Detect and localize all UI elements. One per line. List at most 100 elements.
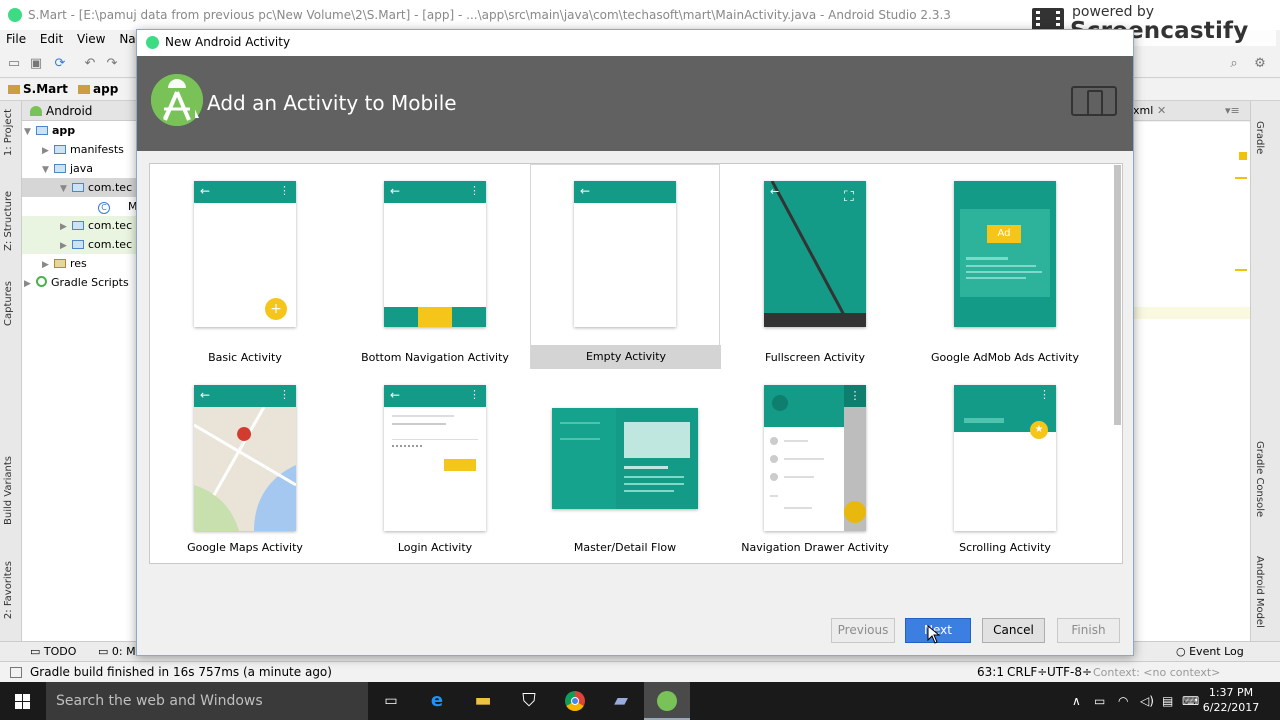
editor-area[interactable] bbox=[1133, 122, 1250, 641]
warning-marker bbox=[1239, 152, 1247, 160]
wifi-icon[interactable]: ◠ bbox=[1118, 682, 1128, 720]
file-explorer-icon[interactable]: ▬ bbox=[460, 682, 506, 720]
menu-edit[interactable]: Edit bbox=[34, 30, 67, 46]
tab-build-variants[interactable]: Build Variants bbox=[3, 456, 14, 525]
project-view-selector[interactable]: Android bbox=[22, 101, 137, 121]
status-message: Gradle build finished in 16s 757ms (a mi… bbox=[30, 665, 332, 679]
google-maps-thumbnail: ← ⋮ bbox=[194, 385, 296, 531]
store-icon[interactable]: ⛉ bbox=[506, 682, 552, 720]
template-master-detail-flow[interactable]: Master/Detail Flow bbox=[530, 370, 720, 563]
cancel-button[interactable]: Cancel bbox=[982, 618, 1045, 643]
current-line-highlight bbox=[1133, 307, 1250, 319]
edge-browser-icon[interactable]: e bbox=[414, 682, 460, 720]
tree-manifests[interactable]: ▶ manifests bbox=[22, 140, 137, 159]
android-studio-icon bbox=[146, 36, 159, 49]
android-studio-logo-icon bbox=[151, 74, 203, 126]
navigation-drawer-thumbnail: ⋮ bbox=[764, 385, 866, 531]
redo-icon[interactable]: ↷ bbox=[104, 56, 120, 72]
line-separator[interactable]: CRLF÷ bbox=[1007, 662, 1047, 683]
window-title: S.Mart - [E:\pamuj data from previous pc… bbox=[28, 8, 951, 22]
event-log-tab[interactable]: ○ Event Log bbox=[1176, 642, 1244, 662]
template-navigation-drawer-activity[interactable]: ⋮ Navigation Drawer Activity bbox=[720, 370, 910, 563]
template-basic-activity[interactable]: ← ⋮ + Basic Activity bbox=[150, 164, 340, 369]
task-view-icon[interactable]: ▭ bbox=[368, 682, 414, 720]
editor-tab-xml[interactable]: xml bbox=[1133, 101, 1153, 121]
clock-time: 1:37 PM bbox=[1208, 686, 1254, 699]
chrome-icon[interactable] bbox=[552, 682, 598, 720]
undo-icon[interactable]: ↶ bbox=[82, 56, 98, 72]
breadcrumb-project[interactable]: S.Mart bbox=[8, 82, 68, 96]
tab-gradle-console[interactable]: Gradle Console bbox=[1254, 441, 1265, 517]
tab-project[interactable]: 1: Project bbox=[3, 109, 14, 156]
template-gallery: ← ⋮ + Basic Activity ← ⋮ Bottom Navigation… bbox=[149, 163, 1123, 564]
tile-label: Google Maps Activity bbox=[187, 541, 303, 554]
breadcrumb-app[interactable]: app bbox=[78, 82, 118, 96]
fab-icon: ★ bbox=[1030, 421, 1048, 439]
save-icon[interactable]: ▣ bbox=[28, 56, 44, 72]
taskbar-clock[interactable]: 1:37 PM 6/22/2017 bbox=[1200, 685, 1262, 715]
menu-view[interactable]: View bbox=[71, 30, 109, 46]
battery-icon[interactable]: ▭ bbox=[1094, 682, 1105, 720]
template-login-activity[interactable]: ← ⋮ Login Activity bbox=[340, 370, 530, 563]
tab-gradle[interactable]: Gradle bbox=[1254, 121, 1265, 154]
sync-icon[interactable]: ⟳ bbox=[52, 56, 68, 72]
tile-label: Master/Detail Flow bbox=[573, 541, 677, 554]
tree-res[interactable]: ▶ res bbox=[22, 254, 137, 273]
tree-java[interactable]: ▼ java bbox=[22, 159, 137, 178]
windows-taskbar: Search the web and Windows ▭ e ▬ ⛉ ▰ ∧ ▭… bbox=[0, 682, 1280, 720]
bottom-navigation-thumbnail: ← ⋮ bbox=[384, 181, 486, 327]
basic-activity-thumbnail: ← ⋮ + bbox=[194, 181, 296, 327]
tree-package-android-test[interactable]: ▶ com.tec bbox=[22, 216, 137, 235]
master-detail-thumbnail bbox=[552, 408, 698, 509]
tree-gradle-scripts[interactable]: ▶ Gradle Scripts bbox=[22, 273, 137, 292]
svg-text:⛶: ⛶ bbox=[844, 189, 854, 205]
dialog-header: Add an Activity to Mobile bbox=[137, 56, 1133, 151]
notepad-icon[interactable]: ▰ bbox=[598, 682, 644, 720]
fullscreen-thumbnail: ← ⛶ bbox=[764, 181, 866, 327]
template-bottom-navigation-activity[interactable]: ← ⋮ Bottom Navigation Activity bbox=[340, 164, 530, 369]
tab-favorites[interactable]: 2: Favorites bbox=[3, 561, 14, 619]
tree-package-test[interactable]: ▶ com.tec bbox=[22, 235, 137, 254]
android-studio-icon bbox=[8, 8, 22, 22]
finish-button[interactable]: Finish bbox=[1057, 618, 1120, 643]
template-fullscreen-activity[interactable]: ← ⛶ Fullscreen Activity bbox=[720, 164, 910, 369]
right-tool-strip: Gradle Gradle Console Android Model bbox=[1250, 101, 1280, 641]
tab-android-model[interactable]: Android Model bbox=[1254, 556, 1265, 628]
template-admob-activity[interactable]: Ad Google AdMob Ads Activity bbox=[910, 164, 1100, 369]
empty-activity-thumbnail: ← bbox=[574, 181, 676, 327]
taskbar-search[interactable]: Search the web and Windows bbox=[46, 682, 368, 720]
tile-label: Navigation Drawer Activity bbox=[741, 541, 889, 554]
tile-label: Login Activity bbox=[397, 541, 473, 554]
keyboard-icon[interactable]: ⌨ bbox=[1182, 682, 1199, 720]
clock-date: 6/22/2017 bbox=[1202, 701, 1260, 714]
notification-icon[interactable]: ▤ bbox=[1162, 682, 1173, 720]
android-studio-taskbar-icon[interactable] bbox=[644, 682, 690, 720]
previous-button[interactable]: Previous bbox=[831, 618, 895, 643]
template-scrolling-activity[interactable]: ⋮ ★ Scrolling Activity bbox=[910, 370, 1100, 563]
template-empty-activity[interactable]: ← Empty Activity bbox=[530, 164, 721, 369]
tab-captures[interactable]: Captures bbox=[3, 281, 14, 326]
marker-stripe bbox=[1235, 269, 1247, 271]
fab-icon: + bbox=[265, 298, 287, 320]
tab-structure[interactable]: Z: Structure bbox=[3, 191, 14, 251]
show-hidden-icons-icon[interactable]: ∧ bbox=[1072, 682, 1081, 720]
tree-package-main[interactable]: ▼ com.tec bbox=[22, 178, 137, 197]
gallery-scrollbar[interactable] bbox=[1114, 165, 1121, 425]
admob-thumbnail: Ad bbox=[954, 181, 1056, 327]
open-folder-icon[interactable]: ▭ bbox=[6, 56, 22, 72]
volume-icon[interactable]: ◁) bbox=[1140, 682, 1154, 720]
close-tab-icon[interactable]: ✕ bbox=[1157, 101, 1166, 121]
start-button[interactable] bbox=[0, 682, 46, 720]
windows-logo-icon bbox=[15, 694, 30, 709]
tab-menu-icon[interactable]: ▾≡ bbox=[1225, 101, 1240, 121]
fab-icon bbox=[844, 501, 866, 523]
file-encoding[interactable]: UTF-8÷ bbox=[1047, 662, 1092, 683]
todo-tab[interactable]: ▭ TODO bbox=[30, 642, 76, 662]
tile-label: Fullscreen Activity bbox=[764, 351, 865, 364]
caret-position[interactable]: 63:1 bbox=[977, 662, 1004, 683]
tree-main-activity[interactable]: CM bbox=[22, 197, 137, 216]
toggle-tool-windows-icon[interactable] bbox=[10, 667, 22, 678]
tree-app[interactable]: ▼ app bbox=[22, 121, 137, 140]
menu-file[interactable]: File bbox=[0, 30, 30, 46]
template-google-maps-activity[interactable]: ← ⋮ Google Maps Activity bbox=[150, 370, 340, 563]
